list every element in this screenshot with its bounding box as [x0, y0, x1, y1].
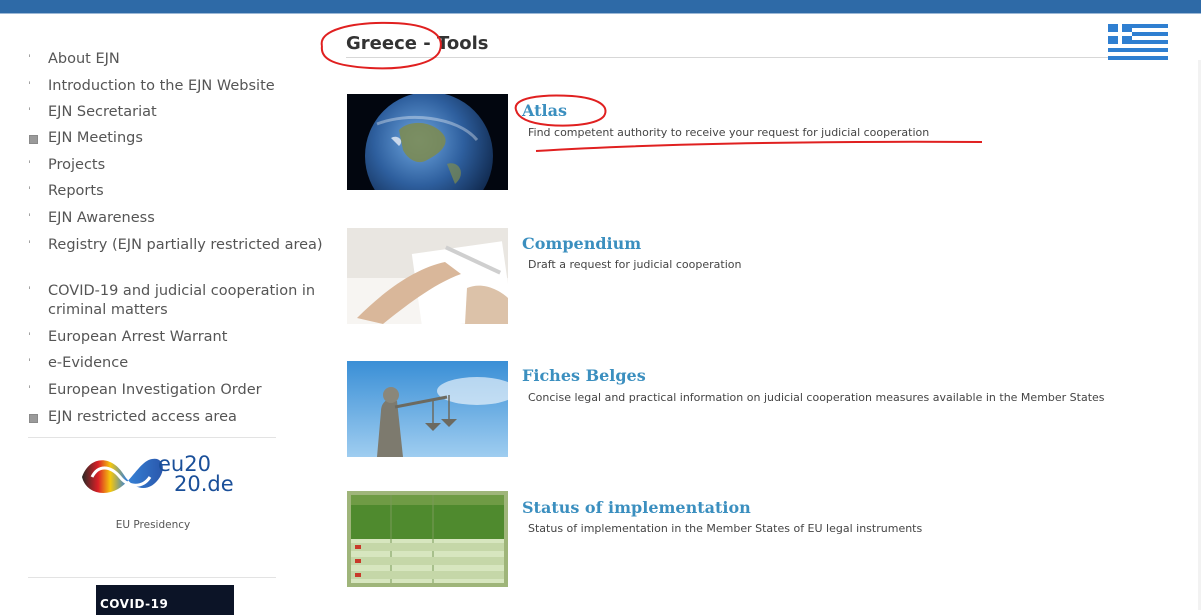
tool-title-status[interactable]: Status of implementation: [522, 498, 751, 517]
bullet-icon: ˈ: [28, 286, 31, 297]
sidebar-item-label: Registry (EJN partially restricted area): [48, 237, 323, 253]
status-thumbnail[interactable]: [347, 491, 508, 587]
bullet-icon: ˈ: [28, 358, 31, 369]
expand-box-icon[interactable]: [29, 135, 38, 144]
sidebar-item-label: EJN Secretariat: [48, 104, 157, 120]
bullet-icon: ˈ: [28, 385, 31, 396]
sidebar-divider: [28, 577, 276, 578]
title-divider: [346, 57, 1168, 58]
bullet-icon: ˈ: [28, 54, 31, 65]
tool-desc-compendium: Draft a request for judicial cooperation: [528, 258, 742, 271]
compendium-thumbnail[interactable]: [347, 228, 508, 324]
bullet-icon: ˈ: [28, 81, 31, 92]
tool-desc-atlas: Find competent authority to receive your…: [528, 126, 930, 139]
bullet-icon: ˈ: [28, 240, 31, 251]
bullet-icon: ˈ: [28, 186, 31, 197]
eu-presidency-logo[interactable]: eu20 20.de: [78, 447, 253, 499]
presidency-caption: EU Presidency: [115, 519, 191, 531]
sidebar-item-label: Reports: [48, 183, 104, 199]
logo-text-line2: 20.de: [174, 472, 234, 496]
bullet-icon: ˈ: [28, 107, 31, 118]
fiches-belges-thumbnail[interactable]: [347, 361, 508, 457]
tool-desc-fiches-belges: Concise legal and practical information …: [528, 391, 1105, 404]
sidebar-divider: [28, 437, 276, 438]
tool-title-fiches-belges[interactable]: Fiches Belges: [522, 366, 646, 385]
tool-title-compendium[interactable]: Compendium: [522, 234, 641, 253]
sidebar-item-label: EJN Awareness: [48, 210, 155, 226]
covid-banner-text: COVID-19: [100, 597, 169, 611]
bullet-icon: ˈ: [28, 332, 31, 343]
bullet-icon: ˈ: [28, 213, 31, 224]
sidebar-item-label: About EJN: [48, 51, 120, 67]
sidebar-item-label: European Investigation Order: [48, 382, 262, 398]
tool-desc-status: Status of implementation in the Member S…: [528, 522, 923, 535]
atlas-thumbnail[interactable]: [347, 94, 508, 190]
sidebar-item-label: EJN Meetings: [48, 130, 143, 146]
sidebar-item-label: European Arrest Warrant: [48, 329, 228, 345]
greece-flag-icon[interactable]: [1108, 24, 1168, 60]
sidebar-item-label: Projects: [48, 157, 106, 173]
sidebar-item-label: COVID-19 and judicial cooperation in cri…: [48, 283, 316, 318]
tool-title-atlas[interactable]: Atlas: [522, 101, 567, 120]
covid-banner[interactable]: COVID-19: [96, 585, 234, 615]
sidebar-item-label: Introduction to the EJN Website: [48, 78, 275, 94]
sidebar-item-label: e-Evidence: [48, 355, 129, 371]
top-bar: [0, 0, 1201, 14]
page-title: Greece - Tools: [346, 33, 489, 54]
sidebar-item-label: EJN restricted access area: [48, 409, 237, 425]
expand-box-icon[interactable]: [29, 414, 38, 423]
bullet-icon: ˈ: [28, 160, 31, 171]
